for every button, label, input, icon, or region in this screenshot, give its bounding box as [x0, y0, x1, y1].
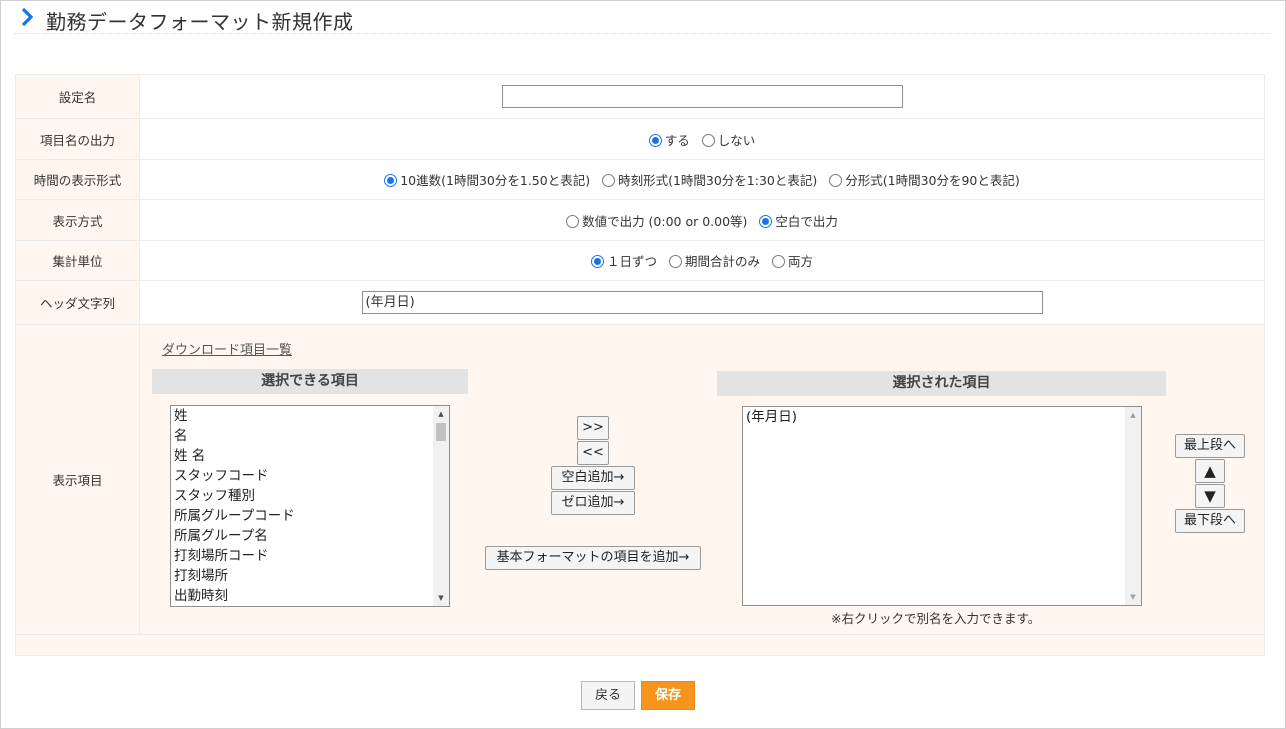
available-items-scrollbar[interactable]: ▲ ▼	[433, 406, 449, 606]
chevron-right-icon	[21, 7, 34, 27]
available-item[interactable]: スタッフ種別	[171, 486, 449, 506]
available-item[interactable]: 姓 名	[171, 446, 449, 466]
selected-items-list[interactable]: (年月日) ▲ ▼	[742, 406, 1142, 606]
available-item[interactable]: 所属グループコード	[171, 506, 449, 526]
time-format-decimal-radio[interactable]	[384, 174, 398, 187]
page-header: 勤務データフォーマット新規作成	[14, 4, 1270, 34]
available-items-list[interactable]: 姓名姓 名スタッフコード スタッフ種別 所属グループコード 所属グループ名 打刻場所コー…	[170, 405, 450, 607]
selected-items-heading: 選択された項目	[717, 371, 1166, 396]
display-method-blank-radio[interactable]	[759, 214, 773, 228]
item-name-output-no-label[interactable]: しない	[718, 133, 756, 148]
scroll-up-icon[interactable]: ▲	[1125, 407, 1141, 423]
time-format-clock-label[interactable]: 時刻形式(1時間30分を1:30と表記)	[618, 173, 817, 188]
display-items-label: 表示項目	[15, 324, 140, 635]
display-method-label: 表示方式	[15, 199, 140, 241]
display-method-numeric-radio[interactable]	[566, 214, 580, 228]
item-name-output-label: 項目名の出力	[15, 118, 140, 160]
header-string-input[interactable]: (年月日)	[361, 291, 1043, 314]
scroll-up-icon[interactable]: ▲	[433, 406, 449, 422]
aggregation-period-label[interactable]: 期間合計のみ	[685, 254, 760, 269]
back-button[interactable]: 戻る	[581, 681, 635, 710]
add-basic-format-button[interactable]: 基本フォーマットの項目を追加→	[485, 546, 701, 570]
move-up-button[interactable]: ▲	[1195, 459, 1225, 483]
aggregation-both-label[interactable]: 両方	[788, 254, 813, 269]
row-time-format: 時間の表示形式 10進数(1時間30分を1.50と表記) 時刻形式(1時間30分…	[15, 159, 1265, 200]
time-format-clock-radio[interactable]	[602, 174, 616, 187]
available-item[interactable]: スタッフコード	[171, 466, 449, 486]
header-string-label: ヘッダ文字列	[15, 280, 140, 325]
aggregation-unit-label: 集計単位	[15, 240, 140, 281]
setting-name-input[interactable]	[501, 85, 903, 108]
available-items-heading: 選択できる項目	[152, 369, 468, 394]
available-item[interactable]: 姓	[171, 406, 449, 426]
rename-hint: ※右クリックで別名を入力できます。	[831, 611, 1041, 626]
row-aggregation-unit: 集計単位 １日ずつ 期間合計のみ 両方	[15, 240, 1265, 281]
scroll-down-icon[interactable]: ▼	[1125, 589, 1141, 605]
aggregation-period-radio[interactable]	[668, 255, 682, 268]
time-format-minutes-radio[interactable]	[829, 174, 843, 187]
item-name-output-yes-label[interactable]: する	[665, 133, 690, 148]
setting-name-label: 設定名	[15, 74, 140, 119]
display-method-numeric-label[interactable]: 数値で出力 (0:00 or 0.00等)	[582, 214, 747, 229]
remove-item-button[interactable]: <<	[577, 441, 609, 465]
scroll-down-icon[interactable]: ▼	[433, 590, 449, 606]
row-header-string: ヘッダ文字列 (年月日)	[15, 280, 1265, 325]
available-item[interactable]: 名	[171, 426, 449, 446]
row-display-method: 表示方式 数値で出力 (0:00 or 0.00等) 空白で出力	[15, 199, 1265, 241]
page-title: 勤務データフォーマット新規作成	[46, 10, 354, 34]
scroll-thumb[interactable]	[436, 423, 446, 441]
available-item[interactable]: 所属グループ名	[171, 526, 449, 546]
add-item-button[interactable]: >>	[577, 416, 609, 440]
form-footer-row	[15, 634, 1265, 656]
available-item[interactable]: 打刻場所コード	[171, 546, 449, 566]
available-items: 姓名姓 名スタッフコード スタッフ種別 所属グループコード 所属グループ名 打刻場所コー…	[171, 406, 449, 606]
available-item[interactable]: 打刻場所	[171, 566, 449, 586]
display-items-editor: ダウンロード項目一覧 選択できる項目 姓名姓 名スタッフコード スタッフ種別 所属グ…	[139, 324, 1265, 635]
aggregation-daily-label[interactable]: １日ずつ	[607, 254, 657, 269]
time-format-decimal-label[interactable]: 10進数(1時間30分を1.50と表記)	[400, 173, 590, 188]
row-display-items: 表示項目 ダウンロード項目一覧 選択できる項目 姓名姓 名スタッフコード スタッフ…	[15, 324, 1265, 635]
row-setting-name: 設定名	[15, 74, 1265, 119]
row-item-name-output: 項目名の出力 する しない	[15, 118, 1265, 160]
move-bottom-button[interactable]: 最下段へ	[1175, 509, 1245, 533]
aggregation-both-radio[interactable]	[771, 255, 785, 268]
move-down-button[interactable]: ▼	[1195, 484, 1225, 508]
add-zero-button[interactable]: ゼロ追加→	[551, 491, 635, 515]
selected-item[interactable]: (年月日)	[743, 407, 1141, 427]
add-blank-button[interactable]: 空白追加→	[551, 466, 635, 490]
item-name-output-no-radio[interactable]	[701, 133, 715, 147]
time-format-label: 時間の表示形式	[15, 159, 140, 200]
item-name-output-yes-radio[interactable]	[648, 133, 662, 147]
available-item[interactable]: 出勤時刻	[171, 586, 449, 606]
aggregation-daily-radio[interactable]	[590, 255, 604, 268]
time-format-minutes-label[interactable]: 分形式(1時間30分を90と表記)	[845, 173, 1020, 188]
download-items-link[interactable]: ダウンロード項目一覧	[162, 339, 292, 358]
display-method-blank-label[interactable]: 空白で出力	[775, 214, 838, 229]
format-form: 設定名 項目名の出力 する しない 時間の表示形式 10進数(1時間30分を1.…	[15, 74, 1265, 656]
selected-items-scrollbar[interactable]: ▲ ▼	[1125, 407, 1141, 605]
save-button[interactable]: 保存	[641, 681, 695, 710]
move-top-button[interactable]: 最上段へ	[1175, 434, 1245, 458]
selected-items: (年月日)	[743, 407, 1141, 427]
